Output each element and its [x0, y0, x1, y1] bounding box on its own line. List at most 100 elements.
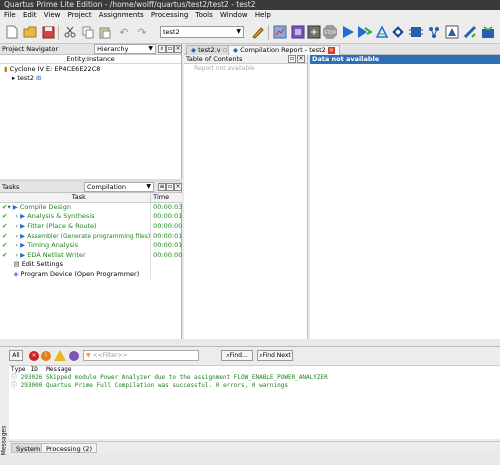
expand-icon[interactable]: ▾: [7, 203, 10, 211]
close-icon[interactable]: ×: [327, 47, 335, 54]
play-icon[interactable]: ▶: [20, 241, 25, 249]
task-row[interactable]: ✔ › ▶ Analysis & Synthesis 00:00:01: [0, 211, 182, 222]
analysis-synthesis-icon[interactable]: [356, 24, 372, 40]
message-id: 293000: [20, 382, 43, 389]
toc-title: Table of Contents: [186, 55, 243, 63]
filter-all-button[interactable]: All: [9, 350, 23, 361]
power-analyzer-icon[interactable]: [462, 24, 478, 40]
project-select-value: test2: [163, 28, 180, 36]
task-label: Compile Design: [19, 203, 71, 212]
redo-icon[interactable]: ↷: [134, 24, 150, 40]
new-file-icon[interactable]: [4, 24, 20, 40]
find-next-label: Find Next: [262, 352, 291, 359]
settings-icon[interactable]: [306, 24, 322, 40]
close-icon[interactable]: ×: [174, 183, 182, 191]
message-row[interactable]: ⓘ 293000 Quartus Prime Full Compilation …: [9, 382, 500, 390]
expand-icon[interactable]: ›: [15, 212, 18, 220]
chevron-down-icon: ▼: [146, 183, 151, 190]
float-panel-icon[interactable]: ▫: [166, 183, 174, 191]
float-panel-icon[interactable]: ▫: [288, 55, 296, 63]
design-space-icon[interactable]: [444, 24, 460, 40]
expand-icon[interactable]: ›: [15, 251, 18, 259]
expand-icon[interactable]: ›: [15, 232, 18, 240]
device-row[interactable]: ▮ Cyclone IV E: EP4CE6E22C8: [0, 65, 181, 74]
tab-processing[interactable]: Processing (2): [41, 443, 97, 453]
menu-edit[interactable]: Edit: [23, 11, 37, 19]
tab-compilation-report[interactable]: ◆ Compilation Report - test2 ×: [228, 45, 340, 55]
error-filter-icon[interactable]: ×: [29, 351, 39, 361]
time-column-header: Time: [153, 193, 170, 202]
task-row[interactable]: ✔ › ▶ Assembler (Generate programming fi…: [0, 230, 182, 241]
timing-analyzer-icon[interactable]: [374, 24, 390, 40]
warning-filter-icon[interactable]: [54, 350, 66, 361]
project-select[interactable]: test2 ▼: [160, 26, 244, 38]
menu-tools[interactable]: Tools: [196, 11, 213, 19]
message-text: Skipped module Power Analyzer due to the…: [45, 374, 328, 381]
chip-planner-icon[interactable]: [408, 24, 424, 40]
menu-window[interactable]: Window: [220, 11, 248, 19]
close-icon[interactable]: ×: [297, 55, 305, 63]
expand-icon[interactable]: ›: [15, 241, 18, 249]
pencil-icon[interactable]: [250, 24, 266, 40]
play-icon[interactable]: ▶: [20, 232, 25, 240]
play-icon[interactable]: ▶: [20, 222, 25, 230]
messages-side-tab[interactable]: Messages: [0, 387, 8, 455]
start-compilation-icon[interactable]: [340, 24, 356, 40]
message-row[interactable]: ⓘ 293026 Skipped module Power Analyzer d…: [9, 374, 500, 382]
menu-project[interactable]: Project: [68, 11, 92, 19]
entity-row[interactable]: ▸ test2 ⊞: [0, 74, 181, 83]
menu-view[interactable]: View: [44, 11, 61, 19]
play-icon[interactable]: ▶: [13, 203, 18, 211]
info-filter-icon[interactable]: [69, 351, 79, 361]
float-panel-icon[interactable]: ▫: [166, 45, 174, 53]
compilation-select[interactable]: Compilation ▼: [84, 182, 154, 192]
menu-help[interactable]: Help: [255, 11, 271, 19]
copy-icon[interactable]: [80, 24, 96, 40]
toc-item: Report not available: [194, 65, 255, 72]
task-column-header: Task: [7, 193, 152, 202]
filter-input[interactable]: ▼ <<Filter>>: [83, 350, 199, 361]
ip-catalog-icon[interactable]: [480, 24, 496, 40]
task-row[interactable]: ✔ ▾ ▶ Compile Design 00:00:03: [0, 202, 182, 212]
close-icon[interactable]: ▫: [223, 46, 227, 54]
hierarchy-select[interactable]: Hierarchy ▼: [94, 44, 156, 54]
paste-icon[interactable]: [97, 24, 113, 40]
find-button[interactable]: ⌕Find...: [221, 350, 253, 361]
assignment-editor-icon[interactable]: [272, 24, 288, 40]
check-icon: ✔: [2, 212, 8, 221]
undo-icon[interactable]: ↶: [116, 24, 132, 40]
task-row[interactable]: ✔ › ▶ Timing Analysis 00:00:01: [0, 240, 182, 250]
type-column-header: Type: [11, 366, 26, 373]
open-folder-icon[interactable]: [22, 24, 38, 40]
expand-icon[interactable]: ›: [15, 222, 18, 230]
tab-test2-v[interactable]: ◆ test2.v ▫: [186, 45, 233, 55]
task-row[interactable]: ✔ › ▶ EDA Netlist Writer 00:00:00: [0, 249, 182, 260]
play-icon[interactable]: ▶: [20, 251, 25, 259]
entity-column-header: Entity:Instance: [0, 55, 181, 64]
programmer-icon[interactable]: [390, 24, 406, 40]
task-time: 00:00:01: [153, 241, 183, 250]
stop-icon[interactable]: STOP: [322, 24, 338, 40]
task-row[interactable]: ▤ Edit Settings: [0, 259, 182, 270]
netlist-viewer-icon[interactable]: [426, 24, 442, 40]
find-next-button[interactable]: ⌕Find Next: [257, 350, 293, 361]
cut-icon[interactable]: [62, 24, 78, 40]
hierarchy-icon: ⊞: [36, 74, 42, 82]
task-row[interactable]: ✔ › ▶ Fitter (Place & Route) 00:00:00: [0, 221, 182, 231]
check-icon: ✔: [2, 250, 8, 259]
task-row[interactable]: ◈ Program Device (Open Programmer): [0, 269, 182, 279]
menu-file[interactable]: File: [4, 11, 16, 19]
search-icon[interactable]: ⌕: [158, 45, 166, 53]
pin-planner-icon[interactable]: [290, 24, 306, 40]
critical-warning-filter-icon[interactable]: !: [41, 351, 51, 361]
menu-processing[interactable]: Processing: [151, 11, 188, 19]
editor-area: ◆ test2.v ▫ ◆ Compilation Report - test2…: [184, 44, 500, 339]
device-label: Cyclone IV E: EP4CE6E22C8: [9, 65, 101, 73]
save-icon[interactable]: [40, 24, 56, 40]
play-icon[interactable]: ▶: [20, 212, 25, 220]
close-icon[interactable]: ×: [174, 45, 182, 53]
diamond-icon: ◆: [233, 46, 238, 54]
customize-icon[interactable]: ≡: [158, 183, 166, 191]
menu-assignments[interactable]: Assignments: [99, 11, 144, 19]
check-icon: ✔: [2, 241, 8, 250]
